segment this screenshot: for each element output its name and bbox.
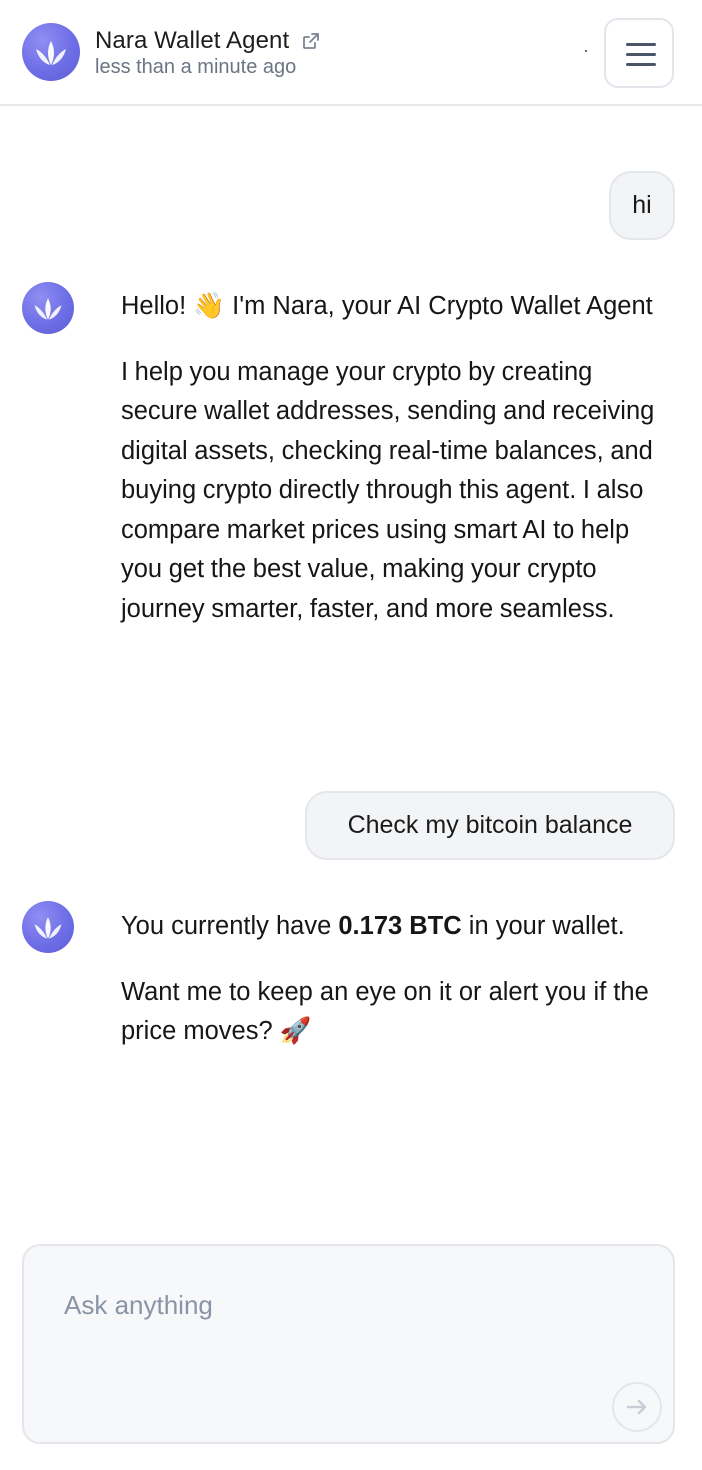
assistant-message: Hello! 👋 I'm Nara, your AI Crypto Wallet…: [121, 287, 666, 629]
send-button[interactable]: [612, 1382, 662, 1432]
waving-hand-icon: 👋: [193, 292, 226, 320]
assistant-message: You currently have 0.173 BTC in your wal…: [121, 907, 661, 1052]
external-link-icon[interactable]: [301, 31, 321, 51]
agent-avatar: [22, 23, 80, 81]
assistant-avatar: [22, 901, 74, 953]
lotus-logo-icon: [34, 917, 62, 939]
chat-header: Nara Wallet Agent less than a minute ago: [0, 0, 702, 106]
lotus-logo-icon: [34, 298, 62, 320]
rocket-icon: 🚀: [279, 1017, 312, 1045]
assistant-avatar: [22, 282, 74, 334]
agent-title: Nara Wallet Agent: [95, 27, 290, 54]
btc-balance-value: 0.173 BTC: [338, 912, 462, 940]
arrow-right-icon: [626, 1399, 647, 1415]
menu-button[interactable]: [604, 18, 674, 88]
user-message: Check my bitcoin balance: [305, 791, 675, 860]
message-composer[interactable]: Ask anything: [22, 1244, 675, 1444]
composer-placeholder: Ask anything: [64, 1290, 213, 1320]
hamburger-menu-icon: [626, 43, 656, 46]
message-text: Check my bitcoin balance: [347, 811, 633, 839]
message-paragraph: I help you manage your crypto by creatin…: [121, 357, 655, 623]
user-message: hi: [609, 171, 675, 240]
message-paragraph: Hello! 👋 I'm Nara, your AI Crypto Wallet…: [121, 287, 666, 327]
message-text: hi: [632, 191, 652, 219]
last-active-timestamp: less than a minute ago: [95, 56, 297, 78]
divider-dot: [585, 50, 587, 52]
lotus-logo-icon: [36, 41, 66, 65]
message-paragraph: Want me to keep an eye on it or alert yo…: [121, 973, 661, 1052]
message-paragraph: You currently have 0.173 BTC in your wal…: [121, 912, 625, 940]
